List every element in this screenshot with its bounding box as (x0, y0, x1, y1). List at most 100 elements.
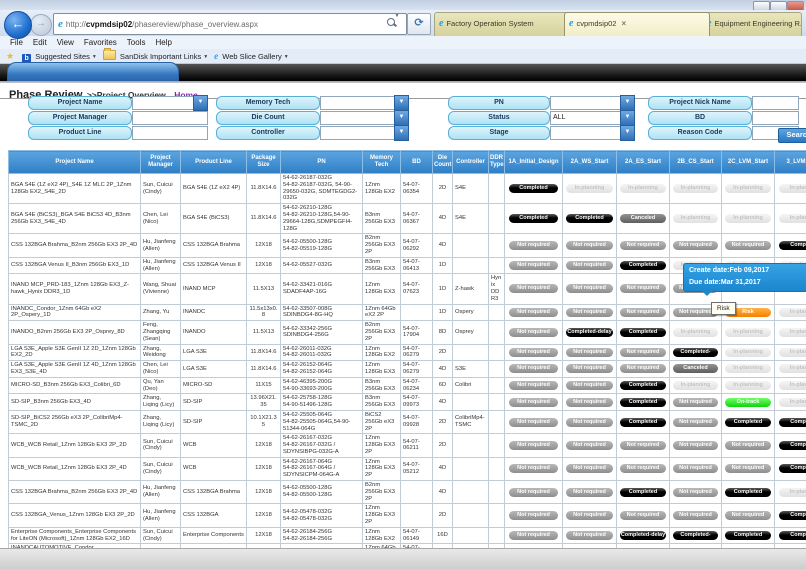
back-button[interactable]: ← (4, 11, 32, 39)
column-header-1a-initial-design[interactable]: 1A_Initial_Design (505, 151, 563, 174)
status-pill[interactable]: Not required (673, 488, 717, 497)
status-pill[interactable]: Not required (509, 398, 559, 407)
status-pill[interactable]: Completed (620, 261, 665, 270)
status-pill[interactable]: In-planning (673, 184, 717, 193)
browser-tab-equipment-engineering-r[interactable]: eEquipment Engineering R... (702, 12, 802, 36)
status-pill[interactable]: Not required (673, 398, 717, 407)
dropdown-arrow-icon-status[interactable]: ▼ (620, 110, 635, 126)
status-pill[interactable]: Completed (725, 531, 770, 540)
status-pill[interactable]: In-planning (673, 381, 717, 390)
status-pill[interactable]: Completed (620, 398, 665, 407)
status-pill[interactable]: Completed (725, 488, 770, 497)
status-pill[interactable]: In-planning (673, 214, 717, 223)
status-pill[interactable]: Not required (509, 261, 559, 270)
status-pill[interactable]: Not required (673, 441, 717, 450)
status-pill[interactable]: Not required (620, 284, 665, 293)
column-header-2c-lvm-start[interactable]: 2C_LVM_Start (722, 151, 775, 174)
column-header-3-lvm-start[interactable]: 3_LVM_Start (775, 151, 806, 174)
status-pill[interactable]: Not required (673, 418, 717, 427)
status-pill[interactable]: Not required (725, 241, 770, 250)
status-pill[interactable]: In-planning (620, 184, 665, 193)
status-pill[interactable]: Not required (725, 464, 770, 473)
status-pill[interactable]: Completed (620, 488, 665, 497)
status-pill[interactable]: Not required (673, 241, 717, 250)
status-pill[interactable]: Not required (509, 328, 559, 337)
column-header-project-manager[interactable]: Project Manager (141, 151, 181, 174)
status-pill[interactable]: Completed (620, 328, 665, 337)
filter-input-bd[interactable] (752, 111, 799, 125)
status-pill[interactable]: Completed (779, 418, 806, 427)
status-pill[interactable]: Not required (566, 381, 612, 390)
column-header-2a-ws-start[interactable]: 2A_WS_Start (563, 151, 617, 174)
status-pill[interactable]: In-planning (725, 184, 770, 193)
search-address-button[interactable]: ▼ (381, 13, 405, 33)
status-pill[interactable]: Completed (779, 241, 806, 250)
column-header-product-line[interactable]: Product Line (181, 151, 247, 174)
status-pill[interactable]: On-track (725, 398, 770, 407)
status-pill[interactable]: In-planning (725, 348, 770, 357)
browser-tab-cvpmdsip02[interactable]: ecvpmdsip02× (564, 12, 710, 36)
status-pill[interactable]: Not required (509, 241, 559, 250)
status-pill[interactable]: Canceled (620, 214, 665, 223)
status-pill[interactable]: Not required (509, 464, 559, 473)
status-pill[interactable]: Not required (509, 441, 559, 450)
column-header-memory-tech[interactable]: Memory Tech (363, 151, 401, 174)
status-pill[interactable]: Completed (566, 214, 612, 223)
status-pill[interactable]: Not required (509, 364, 559, 373)
dropdown-arrow-icon-die-count[interactable]: ▼ (394, 110, 409, 126)
dropdown-arrow-icon-memory-tech[interactable]: ▼ (394, 95, 409, 111)
status-pill[interactable]: In-planning (779, 398, 806, 407)
status-pill[interactable]: Not required (509, 418, 559, 427)
status-pill[interactable]: Not required (566, 348, 612, 357)
column-header-package-size[interactable]: Package Size (247, 151, 281, 174)
menu-item-help[interactable]: Help (155, 36, 171, 49)
status-pill[interactable]: Completed (725, 418, 770, 427)
menu-item-view[interactable]: View (57, 36, 74, 49)
status-pill[interactable]: In-planning (779, 381, 806, 390)
address-bar[interactable]: ehttp://cvpmdsip02/phasereview/phase_ove… (53, 13, 407, 35)
column-header-2b-cs-start[interactable]: 2B_CS_Start (670, 151, 722, 174)
status-pill[interactable]: Completed (779, 464, 806, 473)
status-pill[interactable]: In-planning (725, 214, 770, 223)
status-pill[interactable]: Not required (620, 348, 665, 357)
status-pill[interactable]: Completed (509, 184, 559, 193)
search-button[interactable]: Search (778, 128, 806, 143)
status-pill[interactable]: In-planning (779, 364, 806, 373)
status-pill[interactable]: Completed-delay (673, 348, 717, 357)
status-pill[interactable]: Completed (779, 511, 806, 520)
column-header-controller[interactable]: Controller (453, 151, 489, 174)
filter-input-project-nick-name[interactable] (752, 96, 799, 110)
status-pill[interactable]: Not required (620, 364, 665, 373)
status-pill[interactable]: Completed (779, 531, 806, 540)
status-pill[interactable]: Completed (779, 441, 806, 450)
column-header-pn[interactable]: PN (281, 151, 363, 174)
favorites-item-web-slice-gallery[interactable]: e Web Slice Gallery▼ (214, 50, 289, 64)
column-header-ddr-type[interactable]: DDR Type (489, 151, 505, 174)
status-pill[interactable]: Not required (725, 511, 770, 520)
status-pill[interactable]: Canceled (673, 364, 717, 373)
status-pill[interactable]: Not required (566, 531, 612, 540)
status-pill[interactable]: Completed (509, 214, 559, 223)
browser-tab-factory-operation-system[interactable]: eFactory Operation System (434, 12, 572, 36)
column-header-bd[interactable]: BD (401, 151, 433, 174)
dropdown-arrow-icon-project-name[interactable]: ▼ (193, 95, 208, 111)
status-pill[interactable]: In-planning (779, 184, 806, 193)
status-pill[interactable]: Not required (673, 464, 717, 473)
status-pill[interactable]: Not required (509, 531, 559, 540)
status-pill[interactable]: Completed-delay (673, 531, 717, 540)
status-pill[interactable]: Completed (620, 418, 665, 427)
page-header-tab[interactable] (7, 62, 179, 82)
status-pill[interactable]: In-planning (779, 488, 806, 497)
menu-item-edit[interactable]: Edit (33, 36, 47, 49)
status-pill[interactable]: Not required (566, 261, 612, 270)
status-pill[interactable]: Not required (566, 241, 612, 250)
status-pill[interactable]: In-planning (566, 184, 612, 193)
status-pill[interactable]: Not required (566, 418, 612, 427)
status-pill[interactable]: Not required (725, 441, 770, 450)
status-pill[interactable]: Completed-delay (566, 328, 612, 337)
status-pill[interactable]: Not required (620, 241, 665, 250)
column-header-2a-es-start[interactable]: 2A_ES_Start (617, 151, 670, 174)
status-pill[interactable]: In-planning (779, 308, 806, 317)
status-pill[interactable]: Not required (566, 464, 612, 473)
filter-input-product-line[interactable] (132, 126, 208, 140)
